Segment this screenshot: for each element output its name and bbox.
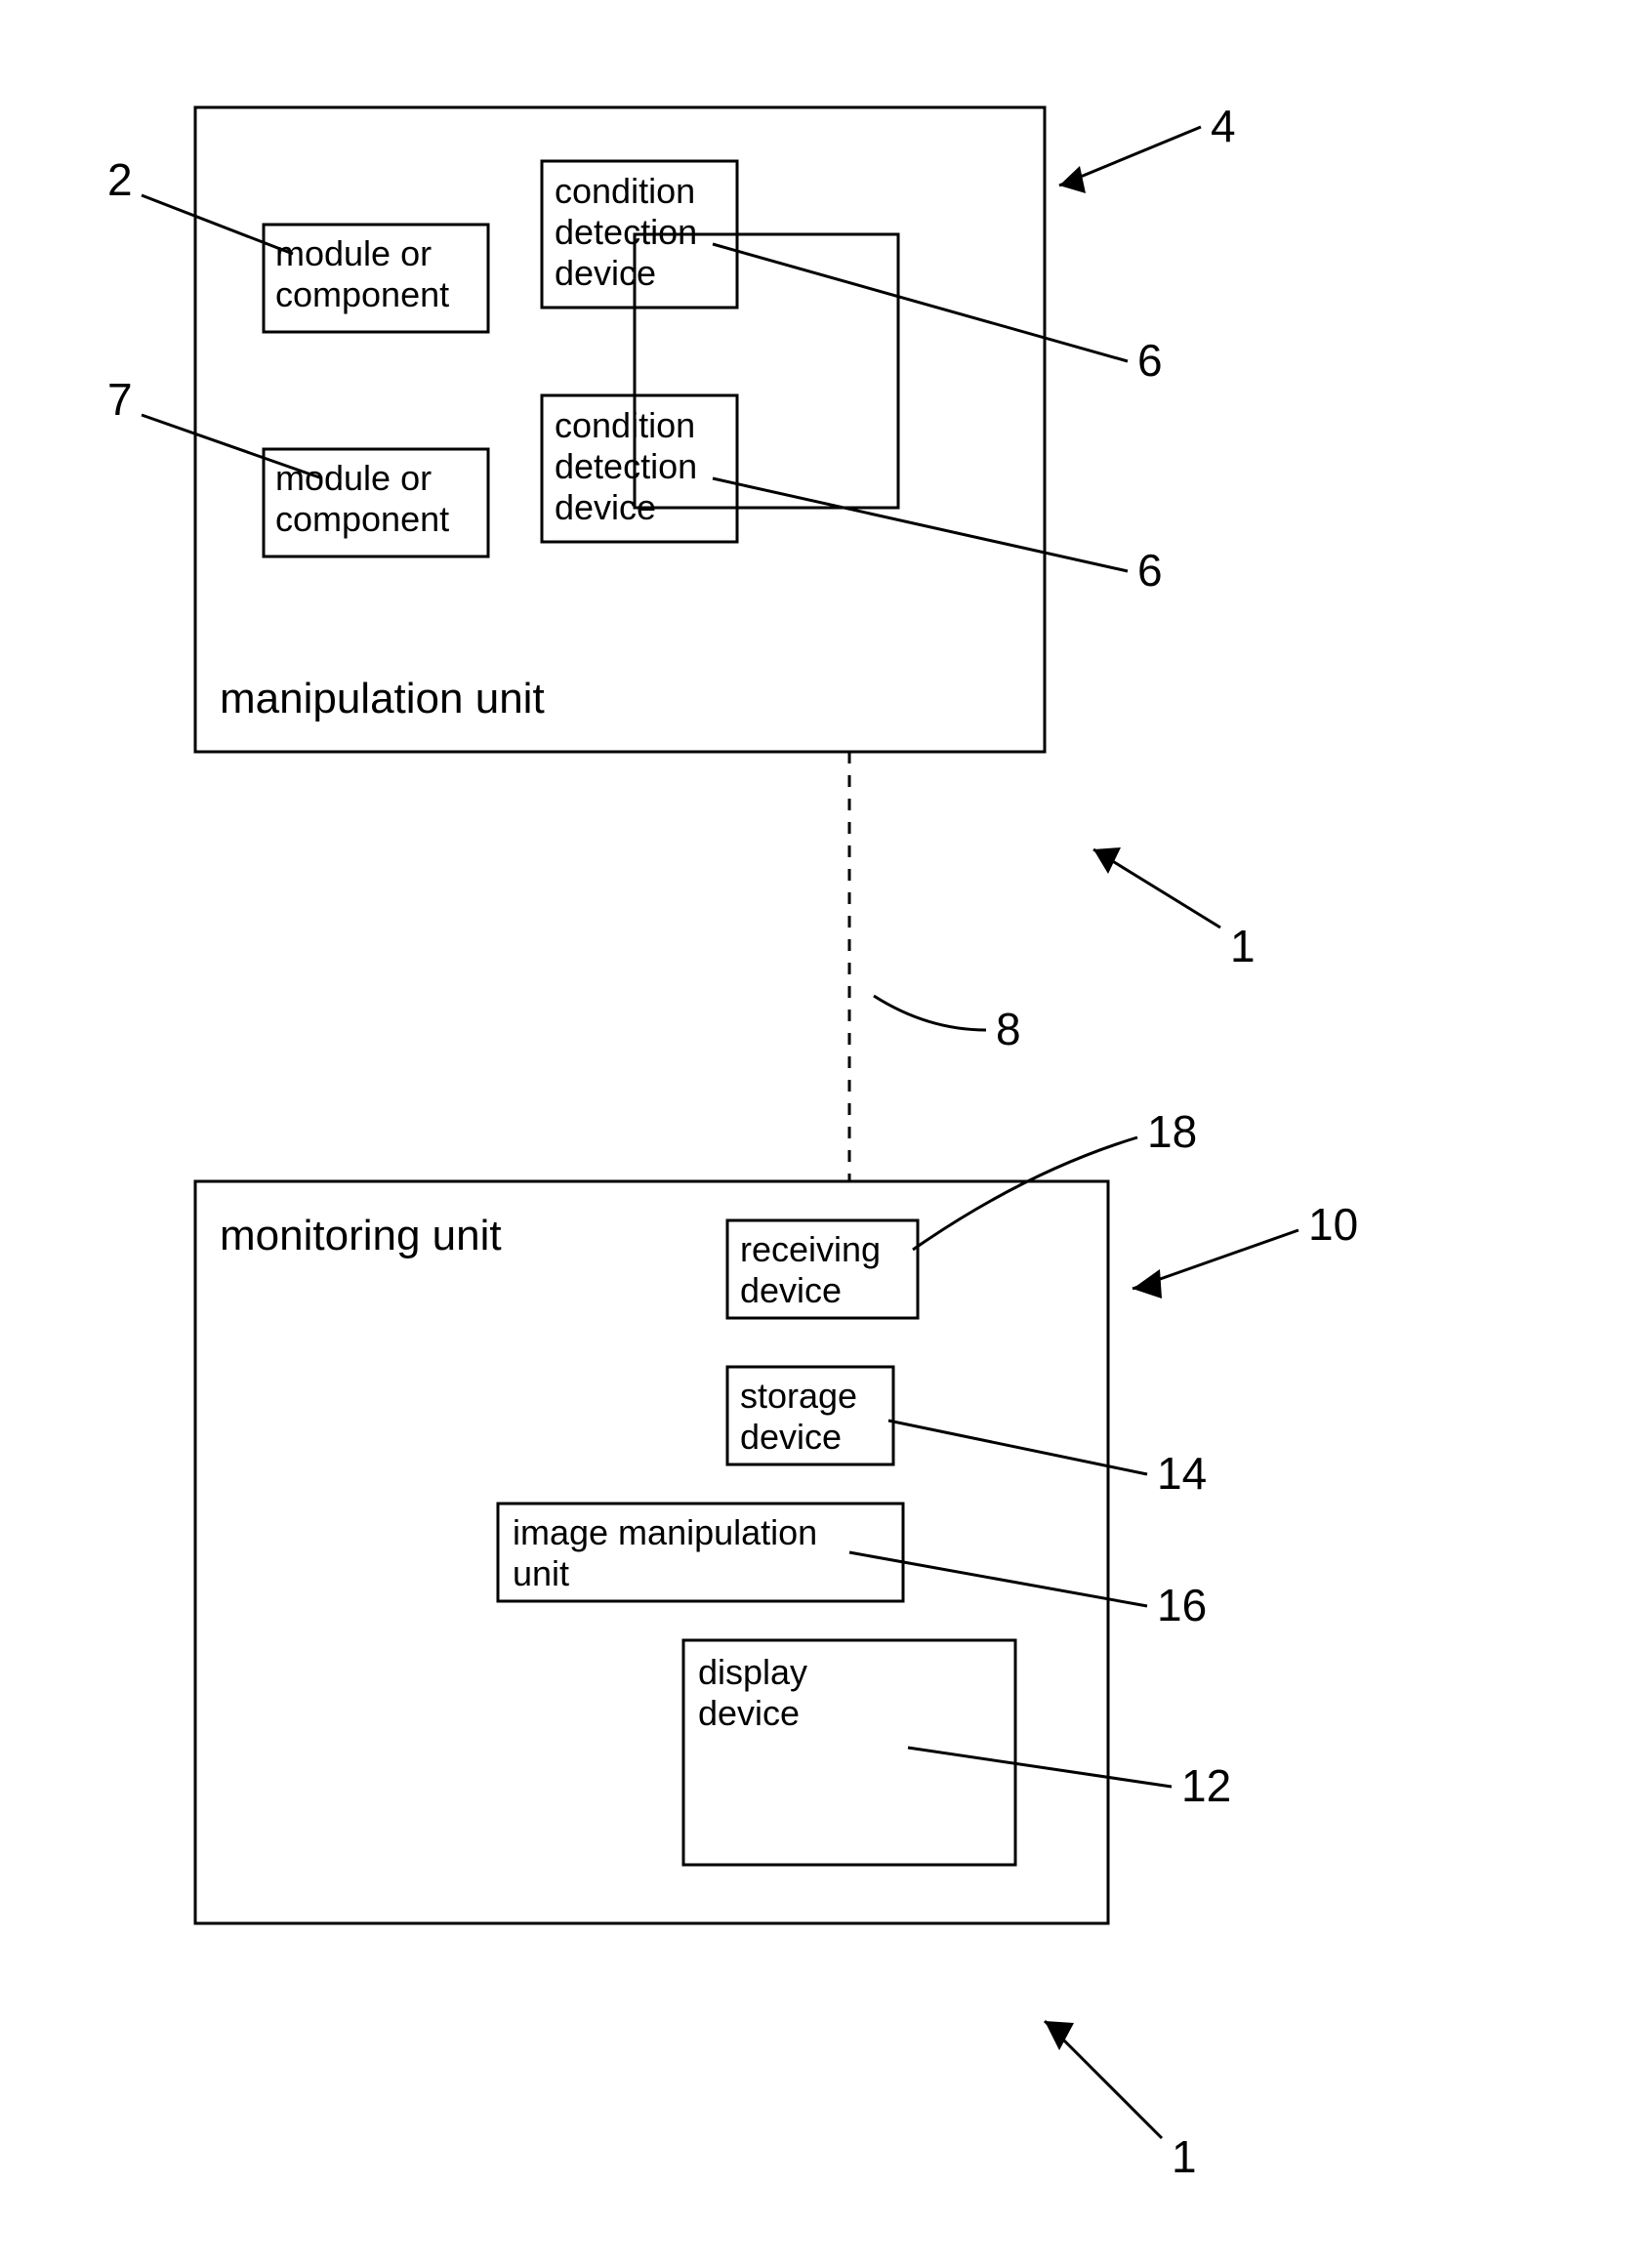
receiving-text: receivingdevice (740, 1229, 881, 1310)
callout-7: 7 (107, 374, 133, 425)
cdd1-text: conditiondetectiondevice (555, 171, 697, 293)
image-manip-text: image manipulationunit (513, 1512, 817, 1593)
callout-1a: 1 (1230, 921, 1256, 971)
callout-18: 18 (1147, 1106, 1197, 1157)
lead-6a (713, 244, 1128, 361)
callout-6b: 6 (1137, 545, 1163, 596)
arrowhead-1a (1093, 847, 1121, 874)
callout-14: 14 (1157, 1448, 1207, 1499)
block-diagram: manipulation unit module orcomponent mod… (0, 0, 1648, 2268)
lead-8 (874, 996, 986, 1030)
lead-7 (142, 415, 322, 478)
module1-line1: module orcomponent (275, 233, 449, 314)
manipulation-unit-label: manipulation unit (220, 675, 545, 722)
lead-16 (849, 1552, 1147, 1606)
callout-8: 8 (996, 1004, 1021, 1054)
arrowhead-10 (1133, 1269, 1162, 1299)
display-text: displaydevice (698, 1652, 807, 1733)
callout-4: 4 (1211, 101, 1236, 151)
arrowhead-4 (1059, 166, 1086, 193)
callout-1b: 1 (1172, 2131, 1197, 2182)
callout-2: 2 (107, 154, 133, 205)
callout-6a: 6 (1137, 335, 1163, 386)
storage-text: storagedevice (740, 1376, 857, 1457)
lead-12 (908, 1748, 1172, 1787)
callout-12: 12 (1181, 1760, 1231, 1811)
lead-18 (913, 1137, 1137, 1250)
lead-6b (713, 478, 1128, 571)
monitoring-unit-box (195, 1181, 1108, 1923)
callout-10: 10 (1308, 1199, 1358, 1250)
callout-16: 16 (1157, 1580, 1207, 1630)
monitoring-unit-label: monitoring unit (220, 1212, 502, 1259)
